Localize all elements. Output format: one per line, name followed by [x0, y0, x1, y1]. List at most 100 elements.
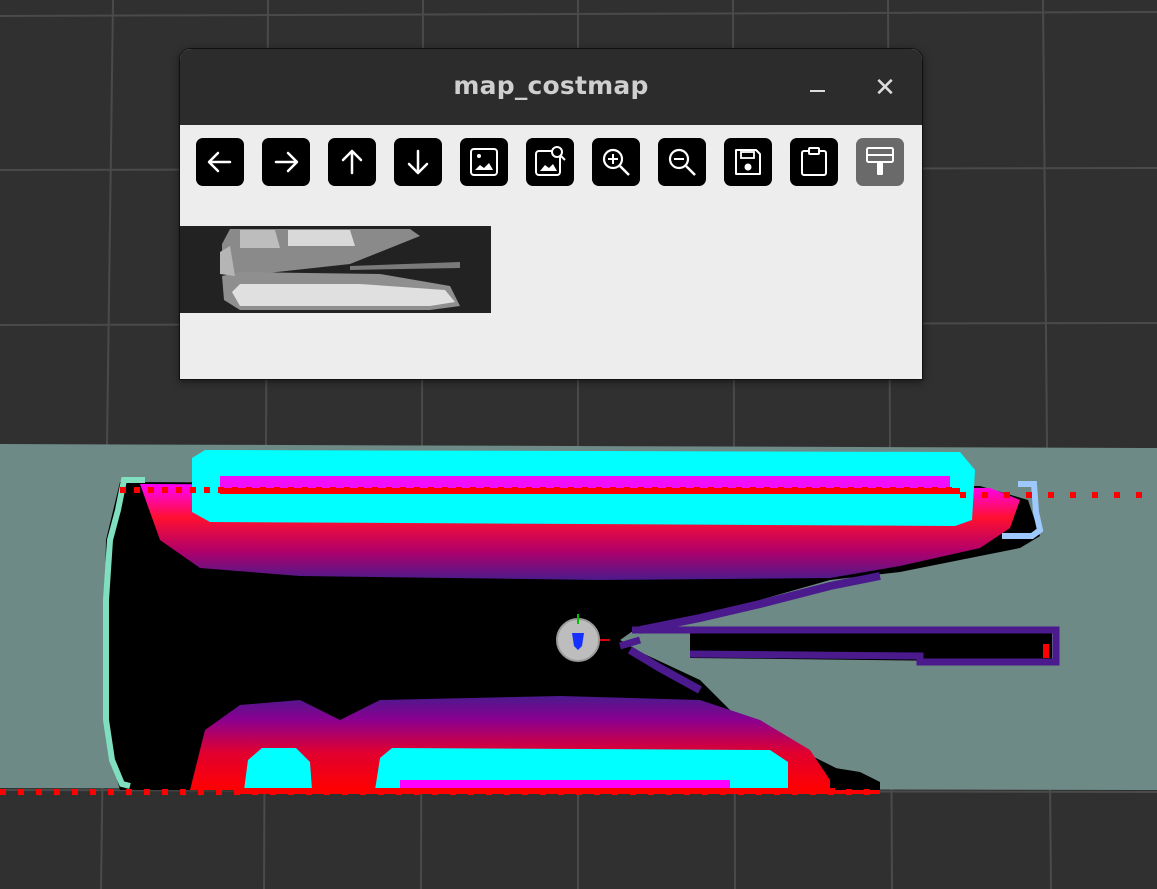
- costmap-thumbnail[interactable]: [180, 226, 491, 313]
- fit-image-button[interactable]: [460, 138, 508, 186]
- laser-point: [470, 487, 476, 493]
- laser-point: [982, 492, 988, 498]
- laser-point: [54, 789, 60, 795]
- prev-button[interactable]: [196, 138, 244, 186]
- laser-point: [792, 487, 798, 493]
- laser-point: [270, 789, 276, 795]
- image-icon: [470, 148, 498, 176]
- original-size-button[interactable]: [526, 138, 574, 186]
- laser-point: [576, 789, 582, 795]
- laser-point: [252, 789, 258, 795]
- lower-inscribed: [400, 780, 730, 788]
- laser-point: [456, 487, 462, 493]
- laser-point: [778, 487, 784, 493]
- laser-point: [834, 487, 840, 493]
- laser-point: [260, 487, 266, 493]
- laser-point: [36, 789, 42, 795]
- down-button[interactable]: [394, 138, 442, 186]
- laser-point: [504, 789, 510, 795]
- laser-point: [932, 487, 938, 493]
- laser-point: [134, 487, 140, 493]
- laser-point: [218, 487, 224, 493]
- title-bar[interactable]: map_costmap ✕: [180, 49, 922, 125]
- laser-point: [736, 487, 742, 493]
- laser-point: [414, 487, 420, 493]
- laser-point: [624, 487, 630, 493]
- zoom-in-button[interactable]: [592, 138, 640, 186]
- left-arrow-icon: [207, 151, 232, 173]
- laser-point: [684, 789, 690, 795]
- laser-point: [918, 487, 924, 493]
- laser-point: [648, 789, 654, 795]
- laser-point: [148, 487, 154, 493]
- laser-point: [486, 789, 492, 795]
- laser-point: [360, 789, 366, 795]
- laser-point: [806, 487, 812, 493]
- laser-point: [738, 789, 744, 795]
- zoom-out-icon: [668, 148, 696, 176]
- laser-point: [358, 487, 364, 493]
- laser-point: [810, 789, 816, 795]
- laser-point: [568, 487, 574, 493]
- laser-point: [0, 789, 6, 795]
- close-button[interactable]: ✕: [870, 73, 900, 103]
- laser-point: [792, 789, 798, 795]
- laser-point: [484, 487, 490, 493]
- save-button[interactable]: [724, 138, 772, 186]
- laser-point: [1026, 492, 1032, 498]
- minimize-button[interactable]: [802, 73, 832, 103]
- laser-point: [108, 789, 114, 795]
- laser-point: [144, 789, 150, 795]
- laser-point: [442, 487, 448, 493]
- laser-point: [594, 789, 600, 795]
- laser-point: [198, 789, 204, 795]
- laser-point: [722, 487, 728, 493]
- clipboard-icon: [801, 147, 827, 176]
- laser-point: [1048, 492, 1054, 498]
- laser-point: [702, 789, 708, 795]
- laser-point: [1070, 492, 1076, 498]
- laser-point: [540, 789, 546, 795]
- grayscale-costmap-thumbnail: [180, 226, 491, 313]
- map-costmap-window[interactable]: map_costmap ✕: [179, 48, 923, 380]
- laser-point: [960, 492, 966, 498]
- laser-point: [126, 789, 132, 795]
- laser-point: [848, 487, 854, 493]
- laser-point: [316, 487, 322, 493]
- laser-point: [1043, 644, 1049, 658]
- laser-point: [18, 789, 24, 795]
- laser-point: [680, 487, 686, 493]
- laser-point: [862, 487, 868, 493]
- laser-point: [180, 789, 186, 795]
- laser-point: [450, 789, 456, 795]
- laser-point: [324, 789, 330, 795]
- colorize-button[interactable]: [856, 138, 904, 186]
- laser-point: [1092, 492, 1098, 498]
- laser-point: [216, 789, 222, 795]
- laser-point: [1004, 492, 1010, 498]
- laser-point: [162, 487, 168, 493]
- laser-point: [162, 789, 168, 795]
- zoom-out-button[interactable]: [658, 138, 706, 186]
- laser-point: [666, 487, 672, 493]
- laser-point: [498, 487, 504, 493]
- laser-point: [610, 487, 616, 493]
- paint-brush-icon: [866, 147, 894, 175]
- save-icon: [735, 149, 761, 175]
- laser-point: [522, 789, 528, 795]
- laser-point: [288, 789, 294, 795]
- laser-point: [708, 487, 714, 493]
- laser-point: [630, 789, 636, 795]
- laser-point: [946, 487, 952, 493]
- laser-point: [372, 487, 378, 493]
- laser-point: [400, 487, 406, 493]
- laser-point: [120, 487, 126, 493]
- laser-point: [828, 789, 834, 795]
- up-button[interactable]: [328, 138, 376, 186]
- laser-point: [864, 789, 870, 795]
- laser-point: [890, 487, 896, 493]
- copy-to-clipboard-button[interactable]: [790, 138, 838, 186]
- laser-point: [232, 487, 238, 493]
- next-button[interactable]: [262, 138, 310, 186]
- right-arrow-icon: [274, 151, 299, 173]
